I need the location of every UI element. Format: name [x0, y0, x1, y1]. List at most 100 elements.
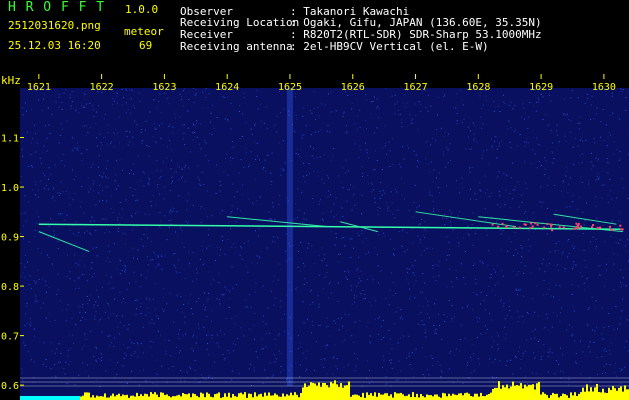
noise-speck: [30, 287, 32, 289]
noise-speck: [328, 93, 329, 95]
noise-speck: [259, 257, 261, 259]
noise-speck: [454, 316, 456, 318]
noise-speck: [148, 214, 150, 216]
noise-speck: [472, 166, 474, 168]
noise-speck: [184, 380, 186, 382]
noise-speck: [346, 279, 348, 280]
noise-speck: [569, 205, 571, 207]
noise-speck: [192, 350, 194, 352]
noise-speck: [459, 339, 461, 341]
noise-speck: [524, 141, 525, 143]
noise-speck: [66, 276, 68, 278]
noise-speck: [433, 207, 435, 209]
noise-speck: [491, 376, 493, 378]
power-bar: [278, 396, 280, 400]
power-bar: [570, 392, 572, 400]
noise-speck: [445, 259, 447, 261]
noise-speck: [610, 342, 612, 344]
noise-speck: [267, 154, 269, 156]
noise-speck: [514, 105, 516, 107]
noise-speck: [544, 326, 546, 328]
noise-speck: [456, 120, 458, 122]
noise-speck: [73, 179, 75, 180]
noise-speck: [559, 285, 561, 287]
noise-speck: [601, 333, 603, 335]
noise-speck: [321, 260, 323, 262]
noise-speck: [168, 339, 170, 341]
noise-speck: [169, 189, 171, 191]
noise-speck: [140, 306, 142, 307]
noise-speck: [124, 272, 126, 274]
noise-speck: [525, 339, 527, 341]
noise-speck: [106, 167, 107, 169]
noise-speck: [106, 274, 107, 276]
noise-speck: [621, 90, 623, 92]
noise-speck: [562, 251, 564, 253]
noise-speck: [255, 178, 257, 180]
noise-speck: [413, 202, 415, 204]
power-bar: [498, 381, 500, 400]
noise-speck: [283, 170, 285, 171]
noise-speck: [250, 306, 252, 308]
power-bar: [138, 396, 140, 400]
noise-speck: [544, 174, 546, 176]
hot-spot: [580, 225, 582, 228]
noise-speck: [596, 113, 598, 115]
power-bar: [86, 392, 88, 400]
noise-speck: [520, 262, 522, 263]
noise-speck: [35, 198, 37, 200]
noise-speck: [365, 142, 366, 144]
noise-speck: [397, 209, 399, 211]
noise-speck: [232, 183, 234, 185]
noise-speck: [501, 140, 503, 142]
noise-speck: [199, 259, 201, 260]
noise-speck: [371, 380, 373, 382]
noise-speck: [588, 183, 590, 185]
noise-speck: [506, 314, 508, 316]
noise-speck: [150, 340, 152, 342]
noise-speck: [140, 342, 142, 344]
noise-speck: [105, 229, 107, 231]
noise-speck: [424, 228, 426, 230]
noise-speck: [157, 317, 159, 319]
noise-speck: [240, 246, 242, 248]
noise-speck: [337, 282, 339, 284]
noise-speck: [147, 237, 149, 239]
noise-speck: [443, 314, 445, 315]
noise-speck: [547, 125, 549, 127]
noise-speck: [498, 191, 500, 193]
noise-speck: [512, 198, 514, 200]
noise-speck: [192, 336, 194, 338]
noise-speck: [582, 351, 584, 353]
noise-speck: [313, 90, 315, 92]
noise-speck: [134, 351, 136, 353]
noise-speck: [620, 317, 622, 319]
power-bar: [308, 385, 310, 400]
noise-speck: [297, 347, 299, 349]
noise-speck: [401, 194, 403, 196]
noise-speck: [116, 315, 118, 317]
noise-speck: [403, 94, 405, 96]
noise-speck: [82, 304, 84, 306]
noise-speck: [140, 131, 142, 133]
noise-speck: [85, 339, 87, 340]
noise-speck: [485, 229, 487, 231]
noise-speck: [184, 180, 186, 182]
noise-speck: [449, 379, 451, 381]
hot-spot: [577, 226, 580, 229]
noise-speck: [311, 320, 313, 322]
noise-speck: [356, 358, 358, 360]
power-bar: [444, 393, 446, 400]
noise-speck: [82, 362, 84, 364]
noise-speck: [536, 285, 537, 287]
file-datetime: 25.12.03 16:20: [8, 39, 101, 52]
noise-speck: [107, 144, 109, 146]
noise-speck: [188, 99, 190, 100]
noise-speck: [595, 238, 597, 240]
noise-speck: [333, 203, 335, 205]
noise-speck: [132, 105, 134, 107]
noise-speck: [394, 103, 396, 105]
noise-speck: [180, 227, 182, 229]
noise-speck: [107, 160, 109, 162]
noise-speck: [607, 202, 609, 204]
